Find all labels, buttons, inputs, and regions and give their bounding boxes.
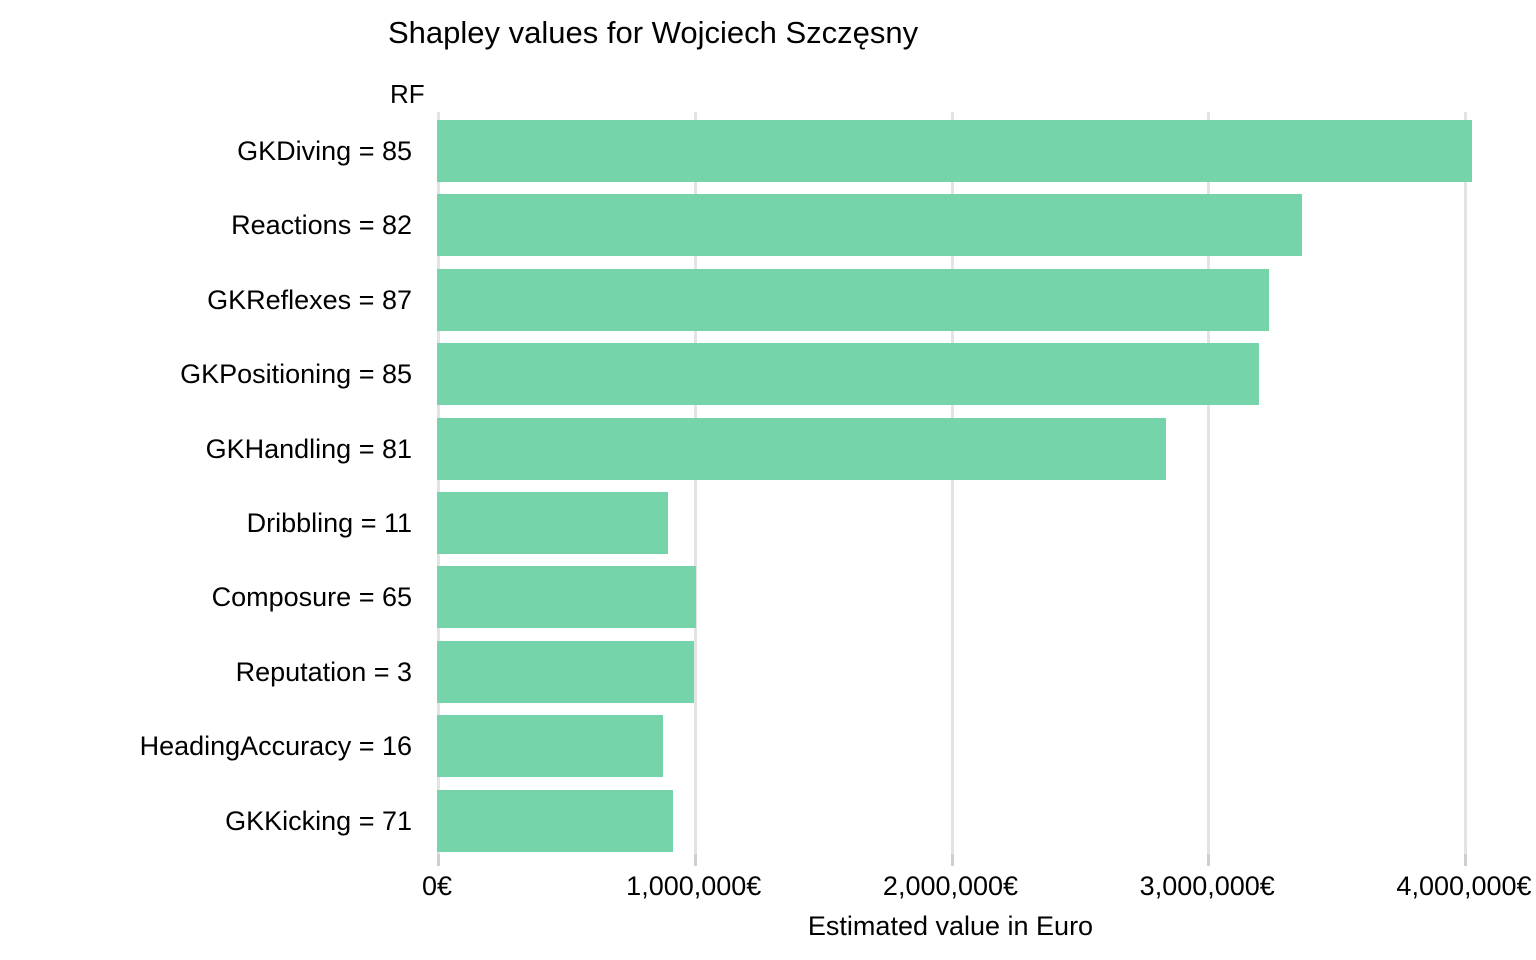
- x-tick-mark: [437, 854, 440, 866]
- shapley-bar-chart: Shapley values for Wojciech Szczęsny RF …: [0, 0, 1536, 960]
- y-axis-label: Reputation = 3: [235, 656, 412, 687]
- x-tick-label: 0€: [421, 871, 453, 901]
- y-axis-label: Reactions = 82: [231, 210, 412, 241]
- bar-row: [437, 268, 1536, 331]
- bar: [437, 417, 1167, 480]
- y-axis-label: GKKicking = 71: [225, 805, 412, 836]
- x-tick-label: 2,000,000€: [882, 871, 1019, 901]
- bar: [437, 492, 669, 554]
- y-axis-label: Dribbling = 11: [246, 508, 412, 538]
- chart-title: Shapley values for Wojciech Szczęsny: [388, 15, 919, 50]
- bar: [437, 343, 1259, 406]
- y-axis-label: GKReflexes = 87: [207, 284, 412, 315]
- bar-row: [437, 343, 1536, 406]
- plot-panel: [437, 112, 1536, 854]
- bar-row: [437, 417, 1536, 480]
- x-tick-mark: [1207, 854, 1211, 866]
- bar-row: [437, 492, 1536, 554]
- bar-row: [437, 640, 1536, 703]
- x-tick-label: 4,000,000€: [1396, 871, 1532, 901]
- x-tick-mark: [1464, 854, 1467, 866]
- bar: [437, 789, 674, 852]
- y-axis-label: GKHandling = 81: [205, 433, 412, 464]
- bar: [437, 120, 1472, 182]
- y-axis-label: HeadingAccuracy = 16: [139, 731, 412, 762]
- x-tick-mark: [950, 854, 954, 866]
- x-tick-label: 3,000,000€: [1139, 871, 1275, 901]
- bar: [437, 715, 663, 778]
- bar: [437, 566, 697, 629]
- bar-row: [437, 715, 1536, 778]
- y-axis-label: Composure = 65: [211, 582, 412, 613]
- bar: [437, 640, 694, 703]
- x-tick-label: 1,000,000€: [626, 871, 762, 901]
- bar: [437, 194, 1303, 257]
- bar-row: [437, 120, 1536, 182]
- bar-row: [437, 789, 1536, 852]
- panel-strip-label-rf: RF: [390, 79, 425, 109]
- y-axis-label: GKPositioning = 85: [180, 359, 412, 390]
- bar-row: [437, 566, 1536, 629]
- bar: [437, 268, 1269, 331]
- y-axis-label: GKDiving = 85: [237, 136, 412, 166]
- x-axis-title: Estimated value in Euro: [807, 911, 1094, 941]
- bar-row: [437, 194, 1536, 257]
- x-tick-mark: [693, 854, 697, 866]
